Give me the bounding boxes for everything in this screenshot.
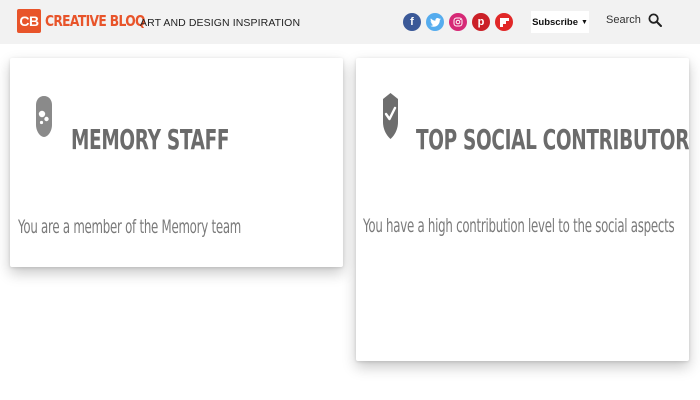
logo-mark: CB [17,9,41,33]
card-description: You have a high contribution level to th… [363,215,675,237]
site-header: CB CREATIVE BLOQ ART AND DESIGN INSPIRAT… [0,0,700,44]
twitter-bird-glyph [429,17,441,27]
chevron-down-icon: ▼ [581,18,588,26]
card-title: TOP SOCIAL CONTRIBUTOR [416,123,690,156]
memory-staff-badge-icon [36,96,52,137]
flipboard-glyph [499,17,509,27]
logo-name: CREATIVE BLOQ [45,12,145,30]
achievement-card-top-social-contributor: TOP SOCIAL CONTRIBUTOR You have a high c… [356,58,689,361]
social-links: f p [403,13,513,31]
shield-check-icon [383,93,398,139]
card-description: You are a member of the Memory team [18,216,242,238]
facebook-glyph: f [410,16,414,28]
pinterest-glyph: p [477,16,485,28]
achievement-card-memory-staff: MEMORY STAFF You are a member of the Mem… [10,58,343,267]
search-button[interactable]: Search [606,13,662,27]
instagram-camera-glyph [453,17,463,27]
subscribe-label: Subscribe [532,16,578,28]
card-title: MEMORY STAFF [71,123,230,156]
flipboard-icon[interactable] [495,13,513,31]
site-tagline: ART AND DESIGN INSPIRATION [140,17,301,29]
search-icon [648,13,662,27]
twitter-icon[interactable] [426,13,444,31]
subscribe-button[interactable]: Subscribe ▼ [531,11,589,33]
facebook-icon[interactable]: f [403,13,421,31]
pinterest-icon[interactable]: p [472,13,490,31]
search-label: Search [606,14,641,26]
instagram-icon[interactable] [449,13,467,31]
